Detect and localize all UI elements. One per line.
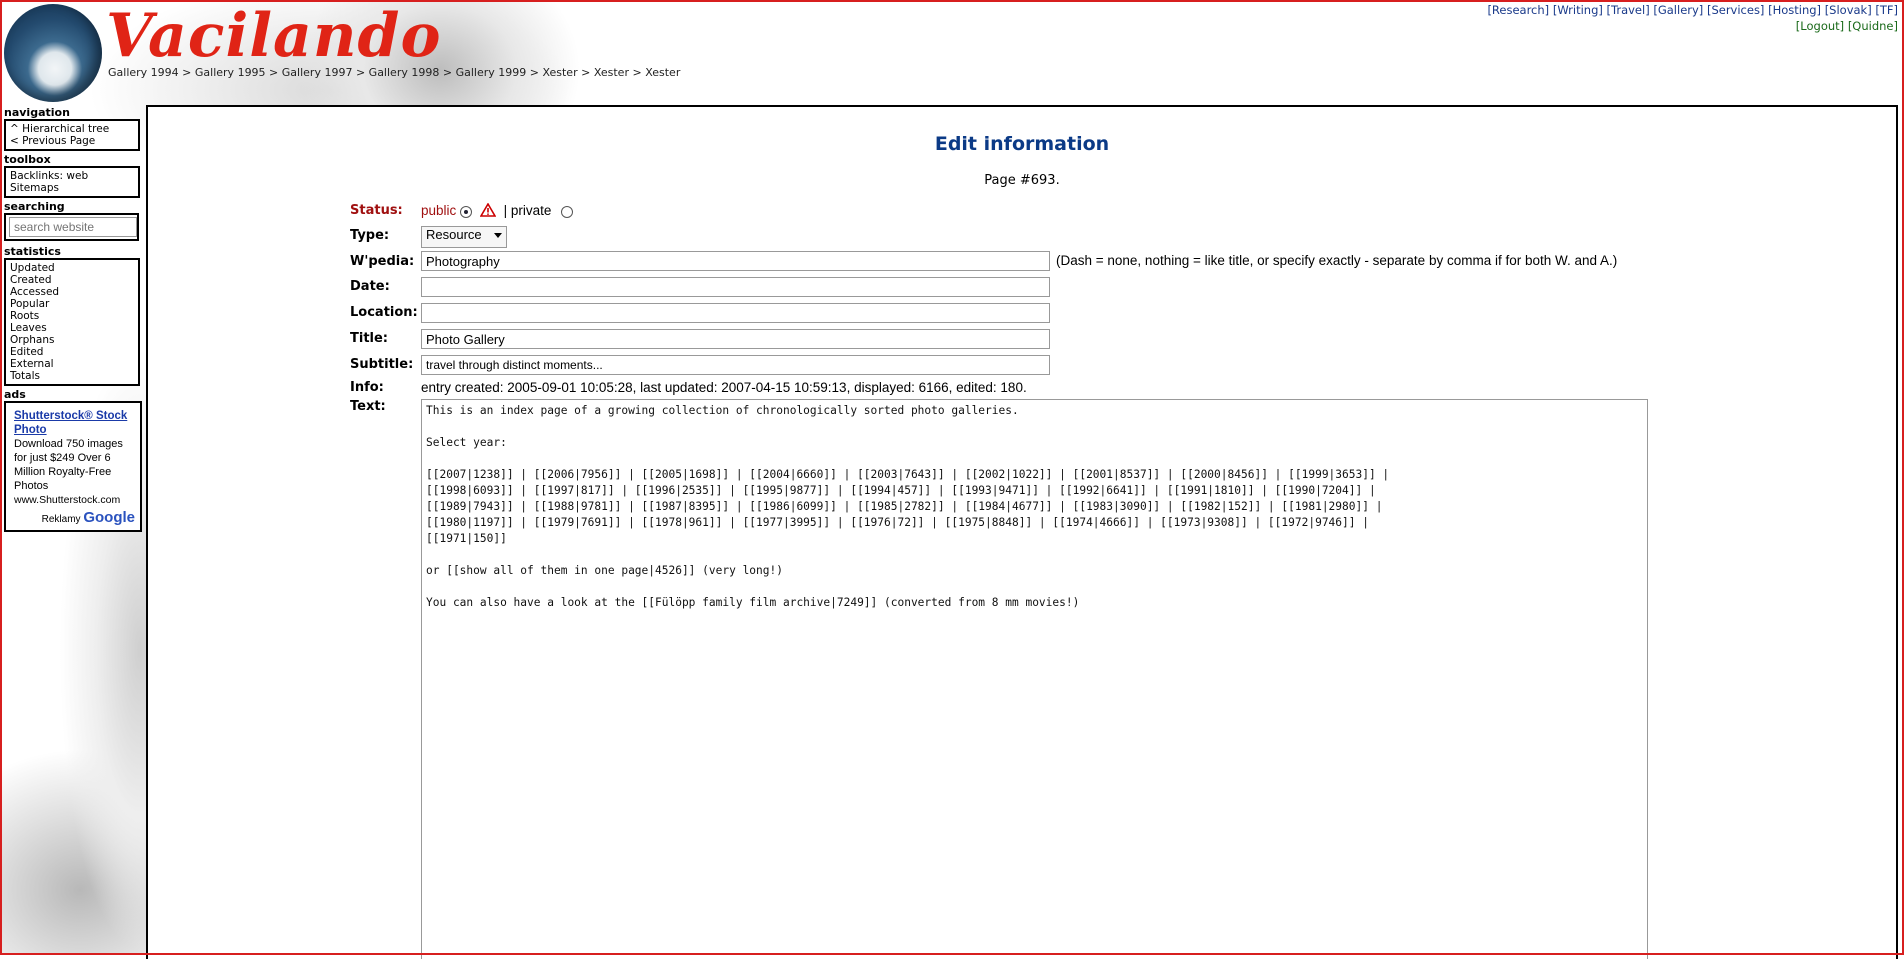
status-public-radio[interactable] [460, 205, 473, 218]
sidebar: navigation ^ Hierarchical tree < Previou… [4, 104, 142, 532]
chevron-down-icon [494, 233, 502, 238]
main-content: Edit information Page #693. Status: publ… [146, 105, 1898, 959]
breadcrumb-item[interactable]: Gallery 1995 [195, 66, 266, 79]
topnav-link[interactable]: [Travel] [1607, 3, 1650, 17]
topnav-link[interactable]: [Logout] [1796, 19, 1844, 33]
breadcrumb-item[interactable]: Gallery 1994 [108, 66, 179, 79]
stat-roots[interactable]: Roots [10, 310, 134, 322]
breadcrumb-item[interactable]: Gallery 1998 [369, 66, 440, 79]
status-public-label: public [421, 203, 457, 219]
topnav-link[interactable]: [Writing] [1553, 3, 1603, 17]
stat-created[interactable]: Created [10, 274, 134, 286]
breadcrumb-separator: > [178, 66, 195, 79]
location-input[interactable] [421, 303, 1050, 323]
stat-edited[interactable]: Edited [10, 346, 134, 358]
searching-title: searching [4, 200, 65, 213]
ad-reklamy: Reklamy [41, 514, 81, 525]
breadcrumb-separator: > [526, 66, 543, 79]
navigation-title: navigation [4, 106, 70, 119]
ad-box: Shutterstock® Stock Photo Download 750 i… [4, 401, 142, 532]
ad-text: Download 750 images for just $249 Over 6… [14, 438, 123, 492]
statistics-title: statistics [4, 245, 61, 258]
type-select[interactable]: Resource [421, 226, 507, 248]
status-separator: | [503, 203, 508, 219]
subtitle-label: Subtitle: [350, 357, 414, 372]
status-group: public | private [421, 202, 574, 220]
breadcrumb-separator: > [628, 66, 646, 79]
google-logo: Google [83, 509, 135, 526]
breadcrumb-item[interactable]: Xester [594, 66, 629, 79]
nav-previous-page[interactable]: < Previous Page [10, 135, 134, 147]
breadcrumb-separator: > [439, 66, 456, 79]
topnav-link[interactable]: [TF] [1875, 3, 1898, 17]
globe-logo[interactable] [4, 4, 102, 102]
stat-totals[interactable]: Totals [10, 370, 134, 382]
breadcrumb-separator: > [352, 66, 369, 79]
navigation-box: ^ Hierarchical tree < Previous Page [4, 119, 140, 151]
breadcrumb-item[interactable]: Gallery 1999 [456, 66, 527, 79]
breadcrumb-item[interactable]: Xester [645, 66, 680, 79]
text-label: Text: [350, 399, 386, 414]
ad-link[interactable]: Shutterstock® Stock Photo [14, 409, 135, 437]
status-private-radio[interactable] [561, 205, 574, 218]
stat-updated[interactable]: Updated [10, 262, 134, 274]
page-title: Edit information [934, 133, 1110, 155]
search-input[interactable] [9, 217, 137, 237]
stat-popular[interactable]: Popular [10, 298, 134, 310]
wpedia-hint: (Dash = none, nothing = like title, or s… [1056, 253, 1618, 268]
info-label: Info: [350, 380, 384, 395]
date-label: Date: [350, 279, 390, 294]
title-label: Title: [350, 331, 389, 346]
topnav-link[interactable]: [Hosting] [1768, 3, 1821, 17]
top-navigation: [Research] [Writing] [Travel] [Gallery] … [1487, 2, 1898, 34]
ad-attribution[interactable]: Reklamy Google [14, 509, 135, 526]
toolbox-title: toolbox [4, 153, 51, 166]
stat-leaves[interactable]: Leaves [10, 322, 134, 334]
status-private-label: private [510, 203, 552, 219]
warning-icon [479, 202, 497, 220]
topnav-link[interactable]: [Gallery] [1653, 3, 1703, 17]
date-input[interactable] [421, 277, 1050, 297]
stat-external[interactable]: External [10, 358, 134, 370]
subtitle-input[interactable]: travel through distinct moments... [421, 355, 1050, 375]
type-select-value: Resource [426, 227, 482, 242]
page-number: Page #693. [984, 173, 1060, 188]
ads-title: ads [4, 388, 26, 401]
search-box [4, 213, 139, 241]
toolbox-backlinks[interactable]: Backlinks: web [10, 170, 134, 182]
breadcrumb-item[interactable]: Xester [542, 66, 577, 79]
ad-url[interactable]: www.Shutterstock.com [14, 493, 135, 507]
topnav-link[interactable]: [Quidne] [1848, 19, 1898, 33]
breadcrumb-separator: > [265, 66, 282, 79]
wpedia-label: W'pedia: [350, 254, 415, 269]
breadcrumb-item[interactable]: Gallery 1997 [282, 66, 353, 79]
breadcrumb: Gallery 1994 > Gallery 1995 > Gallery 19… [108, 66, 680, 79]
topnav-row-1: [Research] [Writing] [Travel] [Gallery] … [1487, 2, 1898, 18]
text-editor[interactable]: This is an index page of a growing colle… [421, 399, 1648, 959]
status-label: Status: [350, 203, 403, 218]
topnav-link[interactable]: [Research] [1487, 3, 1549, 17]
title-input[interactable]: Photo Gallery [421, 329, 1050, 349]
topnav-link[interactable]: [Slovak] [1825, 3, 1872, 17]
stat-orphans[interactable]: Orphans [10, 334, 134, 346]
stat-accessed[interactable]: Accessed [10, 286, 134, 298]
topnav-row-2: [Logout] [Quidne] [1487, 18, 1898, 34]
site-logo[interactable]: Vacilando [106, 2, 442, 70]
type-label: Type: [350, 228, 390, 243]
wpedia-input[interactable]: Photography [421, 251, 1050, 271]
location-label: Location: [350, 305, 418, 320]
info-value: entry created: 2005-09-01 10:05:28, last… [421, 380, 1027, 395]
breadcrumb-separator: > [577, 66, 594, 79]
topnav-link[interactable]: [Services] [1707, 3, 1764, 17]
statistics-box: Updated Created Accessed Popular Roots L… [4, 258, 140, 386]
toolbox-sitemaps[interactable]: Sitemaps [10, 182, 134, 194]
toolbox-box: Backlinks: web Sitemaps [4, 166, 140, 198]
nav-hierarchical-tree[interactable]: ^ Hierarchical tree [10, 123, 134, 135]
